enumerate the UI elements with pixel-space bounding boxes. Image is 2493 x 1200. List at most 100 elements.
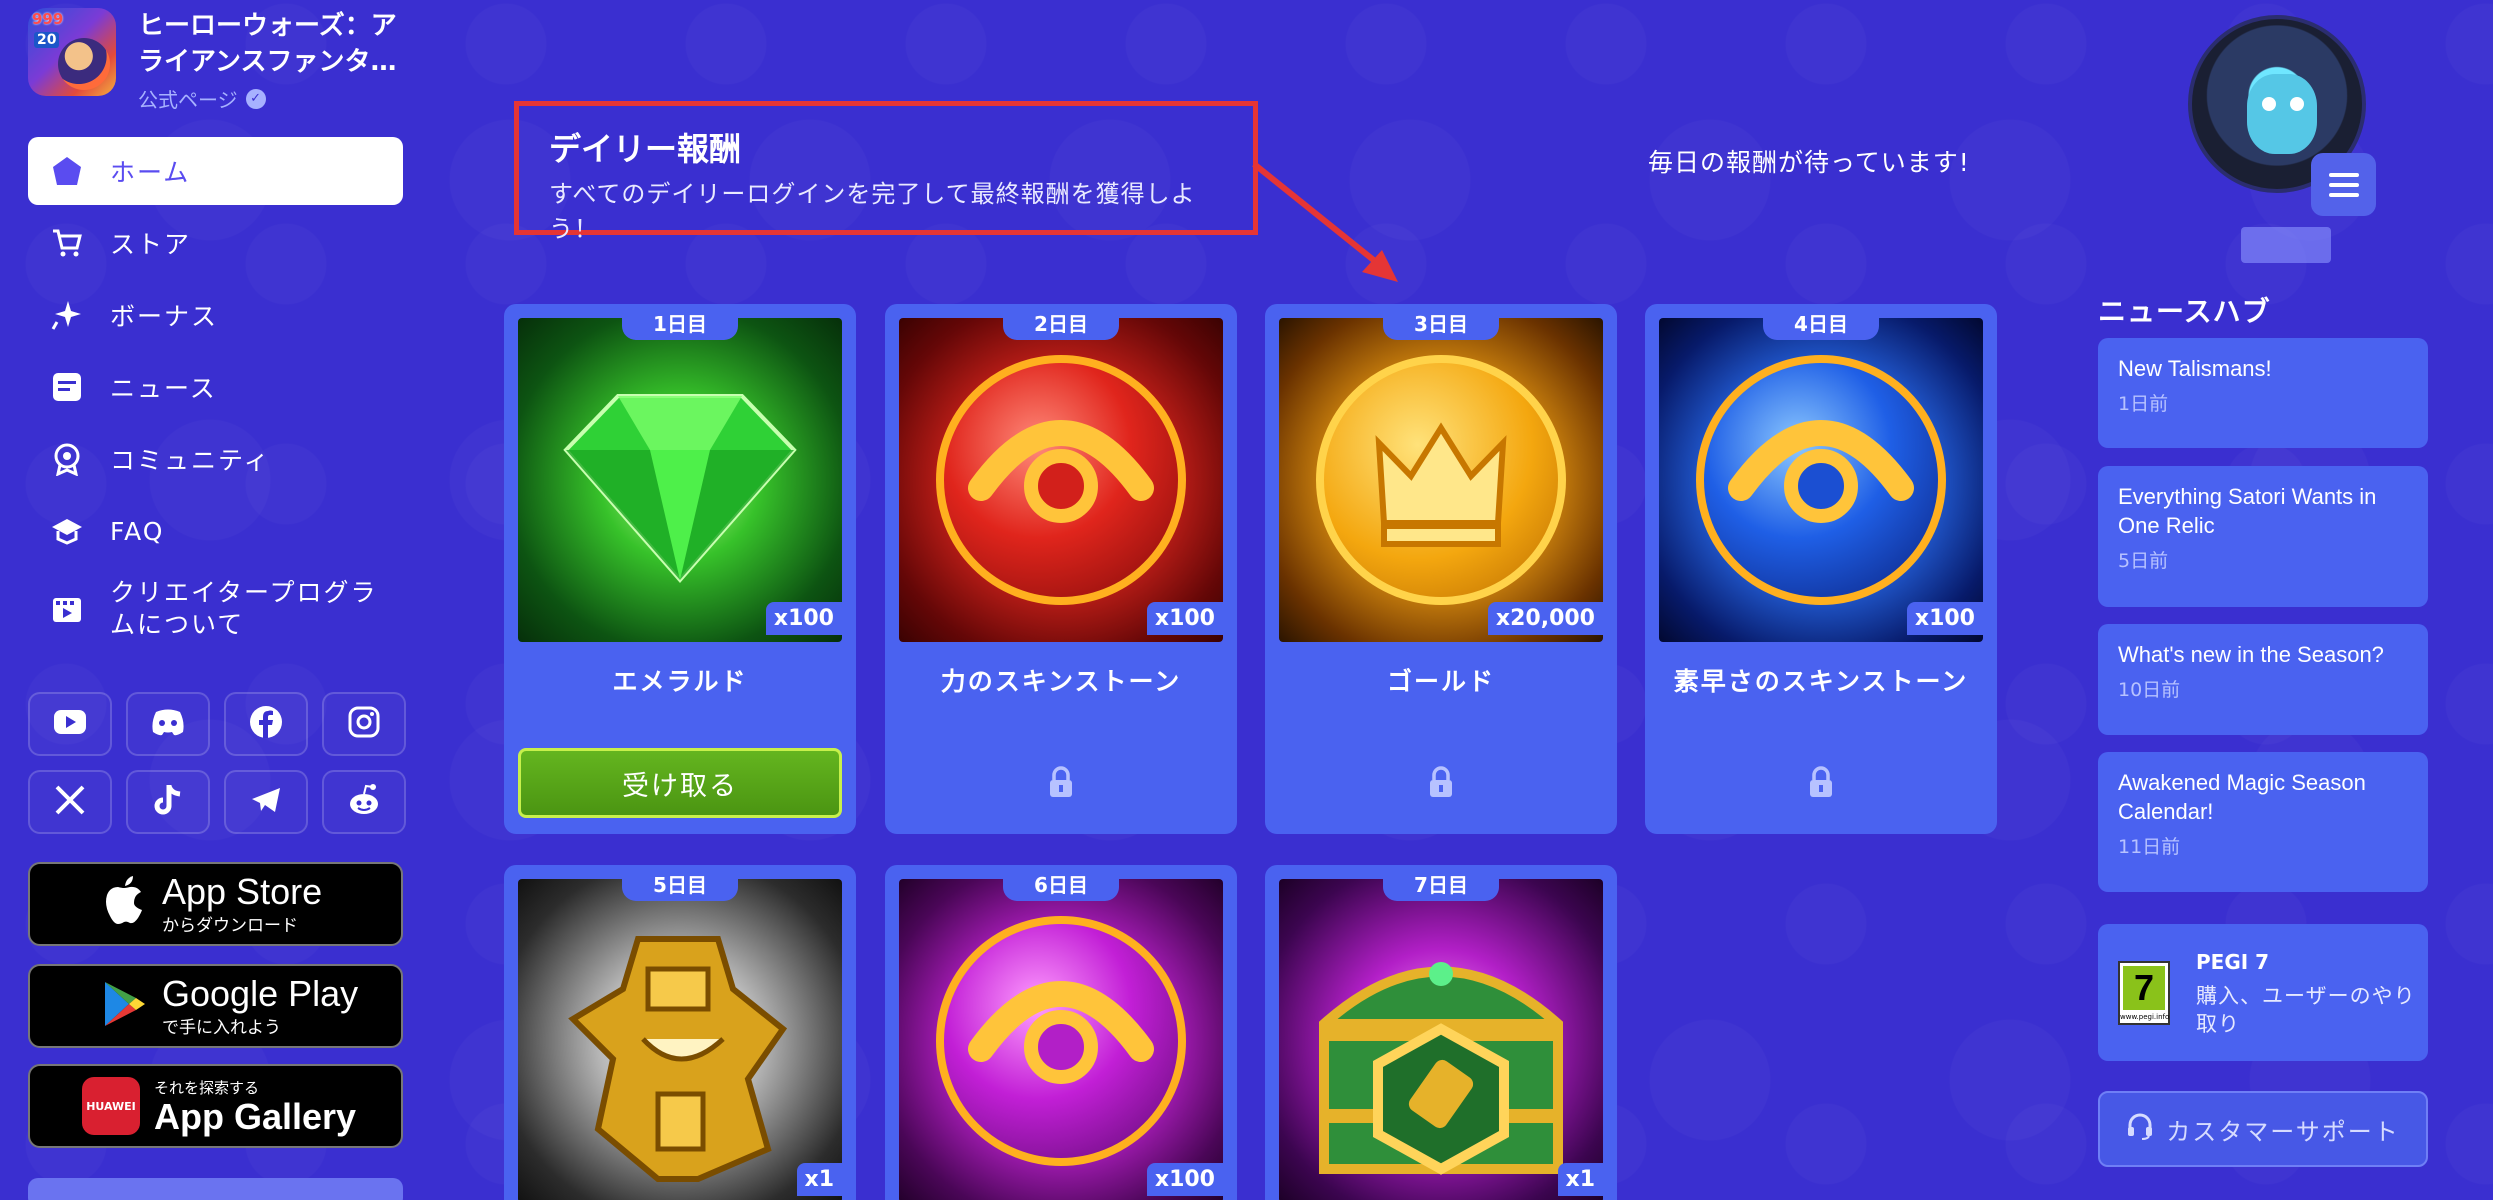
instagram-icon [348, 706, 380, 742]
day-label: 3日目 [1383, 304, 1499, 340]
pegi-url: www.pegi.info [2120, 1013, 2170, 1021]
news-item-title: Awakened Magic Season Calendar! [2118, 770, 2366, 824]
tiktok-icon [153, 783, 183, 821]
sparkle-icon [50, 298, 84, 332]
apple-icon [102, 875, 148, 933]
nav-label-store: ストア [110, 230, 192, 259]
gold-image [1279, 318, 1603, 642]
app-title[interactable]: ヒーローウォーズ：アライアンスファンタ… [138, 8, 418, 80]
app-gallery-caption: それを探索する [154, 1078, 260, 1097]
app-header[interactable]: 999 20 ヒーローウォーズ：アライアンスファンタ… 公式ページ ✓ [28, 8, 418, 113]
pegi-rating-card: 7 www.pegi.info PEGI 7 購入、ユーザーのやり取り [2098, 924, 2428, 1061]
news-item[interactable]: Awakened Magic Season Calendar! 11日前 [2098, 752, 2428, 892]
customer-support-label: カスタマーサポート [2166, 1117, 2400, 1146]
instagram-button[interactable] [322, 692, 406, 756]
nav-label-creator-program: クリエイタープログラムについて [110, 578, 378, 639]
day-label: 7日目 [1383, 865, 1499, 901]
pegi-description: 購入、ユーザーのやり取り [2196, 984, 2416, 1036]
news-item[interactable]: Everything Satori Wants in One Relic 5日前 [2098, 466, 2428, 607]
app-icon-badge-top: 999 [32, 10, 64, 28]
reward-quantity: x1 [796, 1163, 842, 1196]
power-skinstone-image [899, 318, 1223, 642]
faq-icon [50, 514, 84, 548]
app-icon[interactable]: 999 20 [28, 8, 116, 96]
telegram-icon [250, 786, 282, 818]
hero-illustration [58, 38, 110, 90]
day-label: 5日目 [622, 865, 738, 901]
facebook-icon [249, 705, 283, 743]
nav-item-news[interactable]: ニュース [28, 353, 403, 421]
google-play-caption: で手に入れよう [162, 1017, 281, 1038]
community-icon [50, 442, 84, 476]
reddit-icon [346, 783, 382, 821]
x-button[interactable] [28, 770, 112, 834]
reward-name: ゴールド [1386, 667, 1495, 696]
app-gallery-badge[interactable]: HUAWEI それを探索する App Gallery [28, 1064, 403, 1148]
nav-item-store[interactable]: ストア [28, 209, 403, 277]
news-hub-title: ニュースハブ [2098, 295, 2271, 328]
day-label: 2日目 [1003, 304, 1119, 340]
social-links [28, 692, 406, 834]
news-item-title: Everything Satori Wants in One Relic [2118, 484, 2377, 538]
nav-item-bonus[interactable]: ボーナス [28, 281, 403, 349]
main-nav: ホーム ストア ボーナス ニュース コミュニティ FAQ クリエイタープログラム… [28, 137, 403, 653]
reward-quantity: x100 [1146, 1163, 1223, 1196]
telegram-button[interactable] [224, 770, 308, 834]
emerald-image [518, 318, 842, 642]
reward-card-day-5[interactable]: 5日目 x1 [504, 865, 856, 1200]
day-label: 4日目 [1763, 304, 1879, 340]
reward-quantity: x100 [1906, 602, 1983, 635]
reward-name: 素早さのスキンストーン [1673, 667, 1969, 696]
news-item-date: 5日前 [2118, 550, 2169, 572]
customer-support-button[interactable]: カスタマーサポート [2098, 1091, 2428, 1167]
news-item[interactable]: New Talismans! 1日前 [2098, 338, 2428, 448]
reward-quantity: x100 [765, 602, 842, 635]
official-page-text: 公式ページ [138, 88, 238, 112]
app-gallery-name: App Gallery [154, 1095, 357, 1137]
hamburger-icon [2328, 172, 2359, 177]
rewards-awaiting-text: 毎日の報酬が待っています! [1648, 148, 1970, 177]
reward-card-day-6[interactable]: 6日目 x100 [885, 865, 1237, 1200]
day-label: 1日目 [622, 304, 738, 340]
reward-card-day-7[interactable]: 7日目 x1 [1265, 865, 1617, 1200]
reward-card-day-2[interactable]: 2日目 x100 力のスキンストーン [885, 304, 1237, 834]
news-item-date: 10日前 [2118, 679, 2181, 701]
reward-card-day-4[interactable]: 4日目 x100 素早さのスキンストーン [1645, 304, 1997, 834]
tiktok-button[interactable] [126, 770, 210, 834]
reward-card-day-1[interactable]: 1日目 x100 エメラルド 受け取る [504, 304, 856, 834]
google-play-badge[interactable]: Google Play で手に入れよう [28, 964, 403, 1048]
huawei-icon: HUAWEI [82, 1077, 140, 1135]
film-icon [50, 592, 84, 626]
page-title: デイリー報酬 [549, 130, 742, 168]
reward-quantity: x20,000 [1487, 602, 1603, 635]
nav-label-faq: FAQ [110, 516, 165, 546]
sidebar-bottom-button[interactable] [28, 1178, 403, 1200]
claim-button[interactable]: 受け取る [518, 748, 842, 818]
app-store-name: App Store [162, 870, 323, 912]
cart-icon [50, 226, 84, 260]
news-item[interactable]: What's new in the Season? 10日前 [2098, 624, 2428, 735]
news-item-title: New Talismans! [2118, 356, 2272, 381]
google-play-name: Google Play [162, 972, 359, 1014]
headset-icon [2126, 1112, 2154, 1146]
chest-image [1279, 879, 1603, 1200]
purple-skinstone-image [899, 879, 1223, 1200]
discord-button[interactable] [126, 692, 210, 756]
reward-card-day-3[interactable]: 3日目 x20,000 ゴールド [1265, 304, 1617, 834]
app-store-badge[interactable]: App Store からダウンロード [28, 862, 403, 946]
menu-button[interactable] [2311, 153, 2376, 216]
nav-label-community: コミュニティ [110, 446, 271, 475]
news-item-title: What's new in the Season? [2118, 642, 2384, 667]
username-redacted [2241, 227, 2331, 263]
nav-item-faq[interactable]: FAQ [28, 497, 403, 565]
reddit-button[interactable] [322, 770, 406, 834]
annotation-arrow [1252, 161, 1398, 282]
reward-quantity: x1 [1557, 1163, 1603, 1196]
pegi-number: 7 [2123, 966, 2165, 1010]
nav-item-creator-program[interactable]: クリエイタープログラムについて [28, 569, 403, 649]
facebook-button[interactable] [224, 692, 308, 756]
nav-item-community[interactable]: コミュニティ [28, 425, 403, 493]
lock-icon [1807, 766, 1835, 802]
youtube-button[interactable] [28, 692, 112, 756]
nav-item-home[interactable]: ホーム [28, 137, 403, 205]
